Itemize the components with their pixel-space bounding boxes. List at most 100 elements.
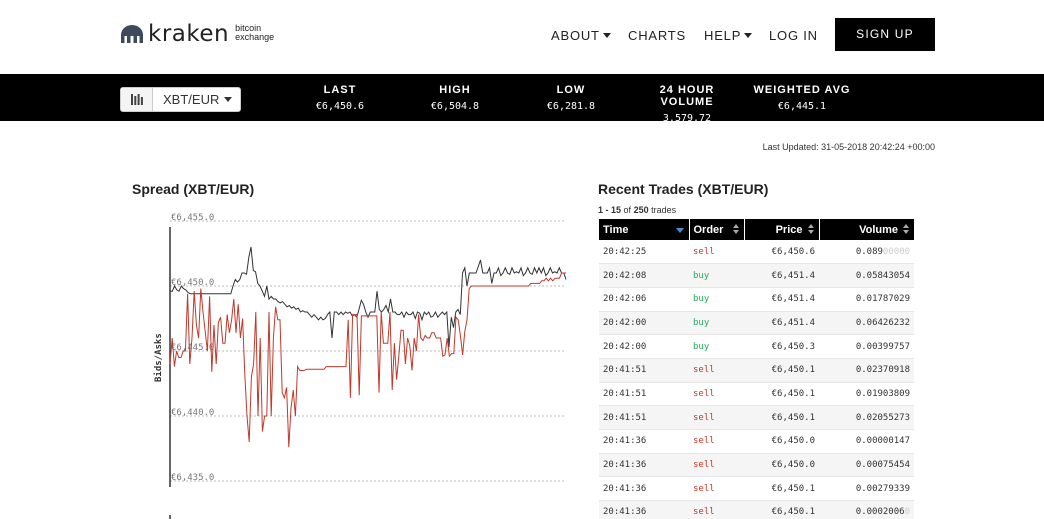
trade-volume-value: 0.01903809 bbox=[855, 388, 910, 399]
column-header-price-label: Price bbox=[775, 223, 803, 236]
y-axis-label: Bids/Asks bbox=[153, 333, 164, 382]
column-header-volume[interactable]: Volume bbox=[819, 219, 914, 240]
trade-price: €6,450.1 bbox=[744, 476, 819, 502]
y-tick-label: €6,455.0 bbox=[171, 213, 214, 223]
table-row: 20:41:51 sell €6,450.1 0.02370918 bbox=[599, 358, 914, 383]
trade-order: sell bbox=[689, 429, 744, 454]
column-header-order[interactable]: Order bbox=[689, 219, 745, 240]
trade-volume-value: 0.02370918 bbox=[855, 365, 910, 376]
pair-selector[interactable]: XBT/EUR bbox=[120, 87, 242, 112]
trade-volume-value: 0.00000147 bbox=[855, 436, 910, 447]
column-header-time[interactable]: Time bbox=[599, 219, 690, 240]
trades-count-suffix: trades bbox=[651, 205, 677, 215]
trades-count-of: of bbox=[623, 205, 632, 215]
trades-count-total: 250 bbox=[633, 205, 649, 215]
bar-chart-icon[interactable] bbox=[121, 88, 153, 111]
nav-about-label: ABOUT bbox=[551, 28, 600, 43]
y-tick-label: €6,440.0 bbox=[171, 408, 214, 418]
trade-order: buy bbox=[689, 311, 744, 336]
trades-count: 1 - 15 of 250 trades bbox=[598, 205, 676, 215]
trade-price: €6,450.3 bbox=[744, 334, 819, 359]
table-row: 20:42:00 buy €6,451.4 0.06426232 bbox=[599, 311, 914, 336]
nav-login[interactable]: LOG IN bbox=[769, 28, 818, 43]
trade-volume: 0.00399757 bbox=[819, 334, 914, 359]
trade-volume-value: 0.02055273 bbox=[855, 412, 910, 423]
trade-order: sell bbox=[689, 240, 744, 265]
trade-order: sell bbox=[689, 476, 744, 502]
trade-volume: 0.00020060 bbox=[819, 500, 914, 519]
table-row: 20:41:36 sell €6,450.1 0.00020060 bbox=[599, 500, 914, 519]
table-row: 20:42:25 sell €6,450.6 0.08900000 bbox=[599, 240, 914, 265]
trade-volume-value: 0.01787029 bbox=[855, 294, 910, 305]
trade-order: buy bbox=[689, 263, 744, 288]
ticker-high-label: HIGH bbox=[439, 84, 471, 96]
trade-volume: 0.06426232 bbox=[819, 311, 914, 336]
trade-price: €6,451.4 bbox=[744, 263, 819, 288]
table-row: 20:41:51 sell €6,450.1 0.02055273 bbox=[599, 405, 914, 430]
sign-up-button[interactable]: SIGN UP bbox=[835, 18, 935, 51]
nav-about[interactable]: ABOUT bbox=[551, 28, 611, 43]
nav-charts-label: CHARTS bbox=[628, 28, 687, 43]
trade-volume-value: 0.00279339 bbox=[855, 483, 910, 494]
trade-volume-value: 0.00075454 bbox=[855, 460, 910, 471]
trade-price: €6,450.1 bbox=[744, 358, 819, 383]
ticker-weighted-avg-label: WEIGHTED AVG bbox=[753, 84, 851, 96]
trade-volume: 0.02055273 bbox=[819, 405, 914, 430]
trade-volume-value: 0.06426232 bbox=[855, 317, 910, 328]
trade-volume: 0.05843054 bbox=[819, 263, 914, 288]
column-header-volume-label: Volume bbox=[859, 223, 898, 236]
ticker-high: HIGH €6,504.8 bbox=[420, 84, 490, 112]
trade-volume-value: 0.00399757 bbox=[855, 341, 910, 352]
trade-time: 20:41:36 bbox=[599, 453, 689, 478]
chevron-down-icon bbox=[744, 33, 753, 38]
table-row: 20:41:36 sell €6,450.0 0.00000147 bbox=[599, 429, 914, 454]
logo-subtitle: bitcoin exchange bbox=[235, 24, 274, 42]
spread-chart: €6,455.0€6,450.0€6,445.0€6,440.0€6,435.0… bbox=[153, 213, 567, 519]
trade-time: 20:42:00 bbox=[599, 334, 689, 359]
trade-time: 20:41:36 bbox=[599, 476, 689, 502]
trade-time: 20:41:36 bbox=[599, 500, 689, 519]
column-header-order-label: Order bbox=[693, 223, 724, 236]
trade-volume-padding: 0 bbox=[904, 507, 910, 518]
nav-help[interactable]: HELP bbox=[704, 28, 753, 43]
trade-price: €6,450.1 bbox=[744, 500, 819, 519]
table-row: 20:42:06 buy €6,451.4 0.01787029 bbox=[599, 287, 914, 312]
trade-price: €6,450.1 bbox=[744, 405, 819, 430]
trade-volume: 0.00279339 bbox=[819, 476, 914, 502]
kraken-logo[interactable]: kraken bitcoin exchange bbox=[120, 22, 274, 46]
trade-price: €6,450.1 bbox=[744, 382, 819, 407]
trade-order: sell bbox=[689, 382, 744, 407]
chevron-down-icon bbox=[224, 97, 233, 102]
site-header: kraken bitcoin exchange ABOUT CHARTS HEL… bbox=[0, 0, 1044, 74]
trades-count-range: 1 - 15 bbox=[598, 205, 622, 215]
column-header-price[interactable]: Price bbox=[744, 219, 820, 240]
recent-trades-table: Time Order Price Volume 20:42:25 sell €6,4… bbox=[599, 219, 914, 519]
trades-title: Recent Trades (XBT/EUR) bbox=[598, 181, 769, 197]
ticker-low: LOW €6,281.8 bbox=[536, 84, 606, 112]
table-row: 20:42:00 buy €6,450.3 0.00399757 bbox=[599, 334, 914, 359]
pair-dropdown[interactable]: XBT/EUR bbox=[153, 88, 240, 111]
nav-charts[interactable]: CHARTS bbox=[628, 28, 686, 43]
table-row: 20:41:36 sell €6,450.0 0.00075454 bbox=[599, 453, 914, 478]
ticker-last-label: LAST bbox=[323, 84, 357, 96]
trade-volume: 0.08900000 bbox=[819, 240, 914, 265]
table-row: 20:41:36 sell €6,450.1 0.00279339 bbox=[599, 476, 914, 502]
spread-title: Spread (XBT/EUR) bbox=[132, 181, 255, 197]
y-tick-label: €6,450.0 bbox=[171, 278, 214, 288]
logo-sub-line-2: exchange bbox=[235, 32, 275, 42]
trade-price: €6,450.6 bbox=[744, 240, 819, 265]
ticker-volume: 24 HOUR VOLUME 3,579.72 bbox=[632, 84, 742, 124]
ticker-last-value: €6,450.6 bbox=[315, 101, 365, 112]
trade-order: buy bbox=[689, 287, 744, 312]
trade-volume: 0.01903809 bbox=[819, 382, 914, 407]
ticker-bar: XBT/EUR LAST €6,450.6 HIGH €6,504.8 LOW … bbox=[0, 74, 1044, 124]
trade-volume-value: 0.05843054 bbox=[855, 270, 910, 281]
trade-volume: 0.01787029 bbox=[819, 287, 914, 312]
ticker-last: LAST €6,450.6 bbox=[305, 84, 375, 112]
sort-desc-icon bbox=[675, 228, 684, 233]
trade-time: 20:41:36 bbox=[599, 429, 689, 454]
trade-time: 20:42:25 bbox=[599, 240, 689, 265]
trade-order: sell bbox=[689, 453, 744, 478]
trade-volume: 0.00075454 bbox=[819, 453, 914, 478]
trade-price: €6,451.4 bbox=[744, 287, 819, 312]
